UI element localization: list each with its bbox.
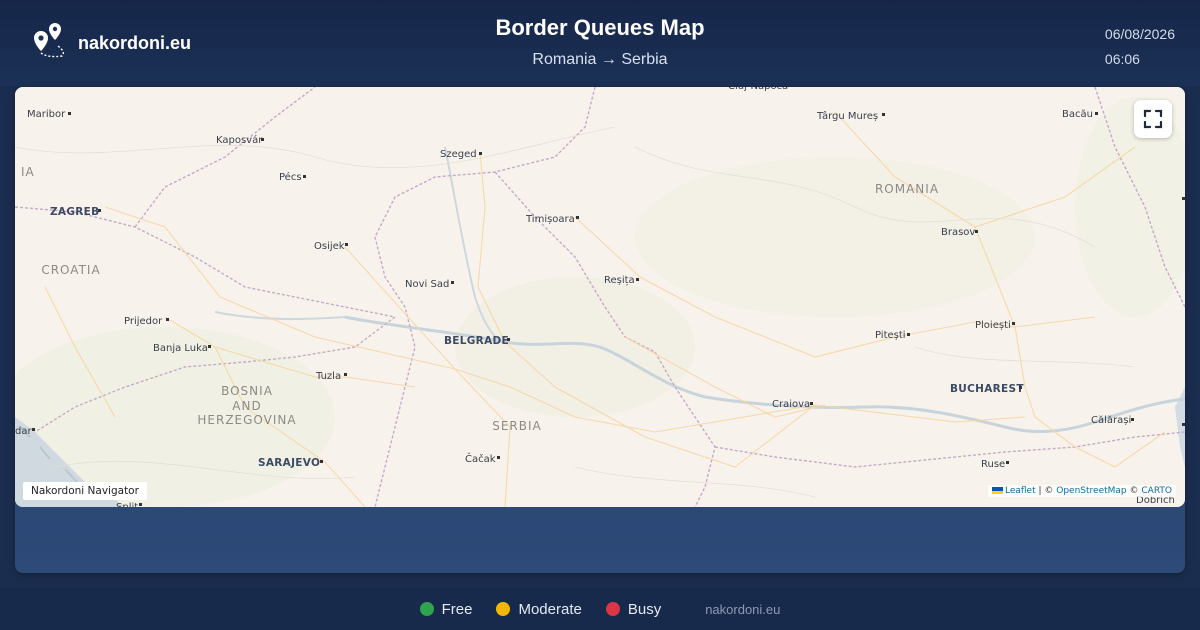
country-label-croatia: CROATIA [41, 263, 100, 277]
svg-text:Ruse: Ruse [981, 459, 1005, 470]
capital-belgrade: BELGRADE [444, 335, 510, 347]
svg-text:Ploiești: Ploiești [975, 320, 1011, 331]
svg-text:dar: dar [15, 426, 32, 437]
attrib-sep-2: © [1126, 486, 1142, 496]
svg-text:Pitești: Pitești [875, 330, 906, 341]
city-calarasi: Călărași [1091, 415, 1134, 426]
city-timisoara: Timișoara [525, 214, 579, 225]
svg-text:Kaposvár: Kaposvár [216, 134, 263, 146]
date-text: 06/08/2026 [1104, 26, 1175, 42]
city-cluj: Cluj-Napoca [728, 87, 788, 92]
city-ruse: Ruse [981, 459, 1009, 470]
svg-text:Tuzla: Tuzla [315, 371, 341, 382]
country-label-romania: ROMANIA [875, 182, 939, 196]
moderate-dot-icon [496, 602, 511, 616]
country-label-bosnia-1: BOSNIA [221, 384, 273, 398]
city-bacau: Bacău [1062, 109, 1098, 120]
svg-text:Split: Split [116, 502, 138, 507]
svg-text:Reșița: Reșița [604, 275, 635, 286]
map-brand-badge: Nakordoni Navigator [23, 482, 147, 500]
city-split: Split [116, 502, 142, 507]
osm-link[interactable]: OpenStreetMap [1056, 486, 1126, 496]
capital-zagreb: ZAGREB [50, 206, 101, 218]
svg-text:Maribor: Maribor [27, 109, 66, 120]
svg-text:Pécs: Pécs [279, 171, 302, 183]
footer-legend: Free Moderate Busy nakordoni.eu [0, 588, 1200, 630]
svg-text:Târgu Mureș: Târgu Mureș [816, 110, 878, 122]
time-text: 06:06 [1104, 51, 1140, 67]
expand-icon [1143, 109, 1163, 129]
city-szeged: Szeged [440, 149, 482, 160]
city-brasov: Brasov [941, 227, 978, 238]
title-block: Border Queues Map Romania → Serbia [0, 15, 1200, 69]
legend-busy-label: Busy [627, 600, 662, 618]
capital-sarajevo: SARAJEVO [258, 457, 323, 469]
city-craiova: Craiova [772, 399, 813, 410]
carto-link[interactable]: CARTO [1141, 486, 1172, 496]
header: nakordoni.eu Border Queues Map Romania →… [0, 0, 1200, 86]
svg-text:Szeged: Szeged [440, 149, 477, 160]
svg-text:Osijek: Osijek [314, 241, 345, 252]
svg-text:Čačak: Čačak [465, 452, 496, 465]
city-targu-mures: Târgu Mureș [816, 110, 885, 122]
legend-moderate: Moderate [496, 600, 582, 618]
city-prijedor: Prijedor [124, 316, 169, 327]
country-label-partial: IA [21, 165, 35, 179]
svg-text:Bacău: Bacău [1062, 109, 1093, 120]
svg-text:Cluj-Napoca: Cluj-Napoca [728, 87, 788, 92]
legend-free: Free [419, 600, 473, 618]
country-label-bosnia-3: HERZEGOVINA [197, 413, 296, 427]
city-cacak: Čačak [465, 452, 500, 465]
country-label-serbia: SERBIA [492, 419, 542, 433]
leaflet-link[interactable]: Leaflet [1005, 486, 1036, 496]
svg-text:Călărași: Călărași [1091, 415, 1131, 426]
svg-text:Prijedor: Prijedor [124, 316, 163, 327]
busy-dot-icon [605, 602, 620, 616]
footer-site-link[interactable]: nakordoni.eu [705, 602, 780, 617]
free-dot-icon [419, 602, 434, 616]
legend-free-label: Free [441, 600, 473, 618]
map-attribution: Leaflet | © OpenStreetMap © CARTO [987, 485, 1176, 497]
route-subtitle: Romania → Serbia [532, 51, 668, 68]
city-banja-luka: Banja Luka [153, 343, 211, 354]
border-map[interactable]: ROMANIA CROATIA BOSNIA AND HERZEGOVINA S… [15, 87, 1185, 507]
city-maribor: Maribor [27, 109, 71, 120]
svg-text:BELGRADE: BELGRADE [444, 335, 509, 347]
map-tiles: ROMANIA CROATIA BOSNIA AND HERZEGOVINA S… [15, 87, 1185, 507]
svg-text:BUCHAREST: BUCHAREST [950, 383, 1024, 395]
city-osijek: Osijek [314, 241, 348, 252]
capital-bucharest: BUCHAREST [950, 383, 1024, 395]
svg-text:Craiova: Craiova [772, 399, 810, 410]
legend-busy: Busy [605, 600, 662, 618]
attrib-sep-1: | © [1035, 486, 1057, 496]
svg-text:Novi Sad: Novi Sad [405, 279, 449, 290]
city-pitesti: Pitești [875, 330, 910, 341]
city-novi-sad: Novi Sad [405, 279, 454, 290]
svg-text:SARAJEVO: SARAJEVO [258, 457, 320, 469]
svg-text:Timișoara: Timișoara [525, 214, 575, 225]
city-kaposvar: Kaposvár [216, 134, 264, 146]
fullscreen-button[interactable] [1134, 100, 1172, 138]
svg-text:Brasov: Brasov [941, 227, 975, 238]
page-title: Border Queues Map [495, 15, 705, 40]
datetime: 06/08/2026 06:06 [1105, 22, 1175, 72]
city-resita: Reșița [604, 275, 639, 286]
svg-text:ZAGREB: ZAGREB [50, 206, 99, 218]
svg-text:Banja Luka: Banja Luka [153, 343, 208, 354]
ukraine-flag-icon [991, 487, 1003, 494]
city-ploiesti: Ploiești [975, 320, 1015, 331]
legend-moderate-label: Moderate [518, 600, 582, 618]
country-label-bosnia-2: AND [232, 399, 261, 413]
